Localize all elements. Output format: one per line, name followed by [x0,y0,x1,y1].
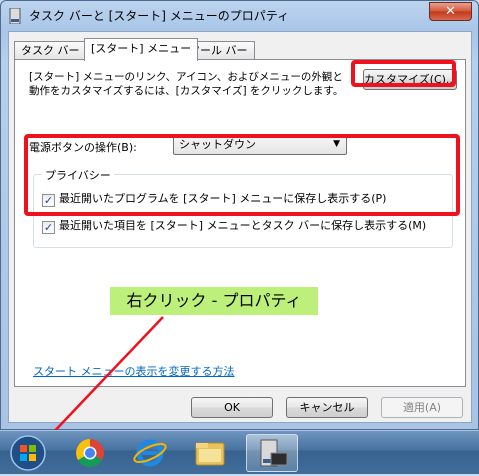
recent-items-option[interactable]: ✓ 最近開いた項目を [スタート] メニューとタスク バーに保存し表示する(M) [42,217,426,234]
windows-start-orb-icon[interactable] [6,434,50,472]
help-link[interactable]: スタート メニューの表示を変更する方法 [33,363,235,379]
cancel-button[interactable]: キャンセル [286,397,368,418]
taskbar [0,430,479,474]
tab-start-menu[interactable]: [スタート] メニュー [84,38,199,61]
close-button[interactable]: ✕ [429,2,472,21]
start-menu-panel: [スタート] メニューのリンク、アイコン、およびメニューの外観と動作をカスタマイ… [14,59,466,387]
file-explorer-icon[interactable] [184,434,236,472]
privacy-highlight-box [24,134,460,216]
tab-taskbar[interactable]: タスク バー [14,41,87,60]
dialog-client: タスク バー [スタート] メニュー ツール バー [スタート] メニューのリン… [8,31,472,423]
recent-items-label: 最近開いた項目を [スタート] メニューとタスク バーに保存し表示する(M) [59,219,427,232]
customize-description: [スタート] メニューのリンク、アイコン、およびメニューの外観と動作をカスタマイ… [29,71,344,97]
ok-button[interactable]: OK [191,397,273,418]
taskbar-properties-icon [9,8,21,24]
customize-highlight-box [351,60,456,87]
internet-explorer-icon[interactable] [124,434,176,472]
recent-items-checkbox[interactable]: ✓ [42,221,55,234]
window-title: タスク バーと [スタート] メニューのプロパティ [29,9,290,23]
taskbar-properties-window-icon[interactable] [246,434,298,472]
annotation-label: 右クリック - プロパティ [110,287,318,315]
apply-button[interactable]: 適用(A) [381,397,463,418]
chrome-icon[interactable] [64,434,116,472]
